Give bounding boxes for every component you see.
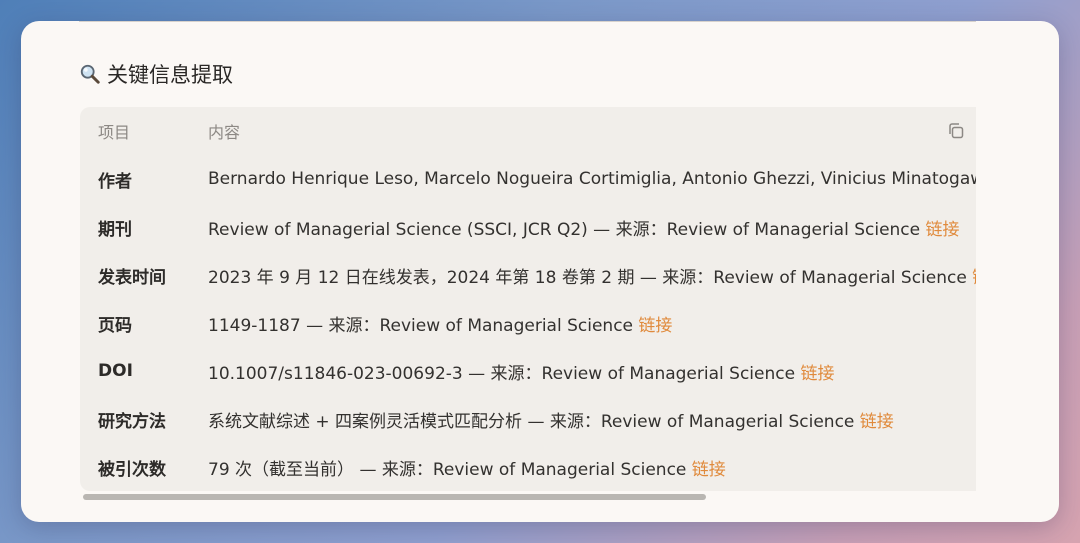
row-content: 79 次（截至当前） — 来源：Review of Managerial Sci…: [208, 455, 726, 480]
header-item: 项目: [98, 123, 131, 142]
source-link[interactable]: 链接: [860, 412, 894, 432]
magnifier-icon: [80, 64, 100, 84]
row-content: Bernardo Henrique Leso, Marcelo Nogueira…: [208, 169, 976, 189]
row-label: DOI: [98, 361, 133, 381]
source-link[interactable]: 链接: [692, 460, 726, 480]
row-label: 发表时间: [98, 267, 166, 288]
horizontal-scrollbar[interactable]: [80, 491, 976, 503]
row-content: 系统文献综述 + 四案例灵活模式匹配分析 — 来源：Review of Mana…: [208, 407, 894, 432]
table-row: 页码 1149-1187 — 来源：Review of Managerial S…: [80, 299, 976, 347]
section-heading: 关键信息提取: [79, 59, 233, 89]
row-content: 1149-1187 — 来源：Review of Managerial Scie…: [208, 311, 672, 336]
row-text: 1149-1187 — 来源：Review of Managerial Scie…: [208, 315, 639, 336]
row-label: 期刊: [98, 219, 132, 240]
row-text: Bernardo Henrique Leso, Marcelo Nogueira…: [208, 169, 976, 189]
row-label: 研究方法: [98, 411, 166, 432]
row-text: 10.1007/s11846-023-00692-3 — 来源：Review o…: [208, 363, 801, 384]
scrollbar-thumb[interactable]: [83, 494, 706, 500]
table-row: DOI 10.1007/s11846-023-00692-3 — 来源：Revi…: [80, 347, 976, 395]
table-row: 期刊 Review of Managerial Science (SSCI, J…: [80, 203, 976, 251]
table-row: 发表时间 2023 年 9 月 12 日在线发表，2024 年第 18 卷第 2…: [80, 251, 976, 299]
copy-icon[interactable]: [946, 121, 966, 141]
source-link[interactable]: 链接: [800, 364, 834, 384]
source-link[interactable]: 链接: [638, 316, 672, 336]
header-content: 内容: [208, 123, 241, 142]
row-label: 页码: [98, 315, 132, 336]
table-row: 被引次数 79 次（截至当前） — 来源：Review of Manageria…: [80, 443, 976, 491]
row-content: 10.1007/s11846-023-00692-3 — 来源：Review o…: [208, 359, 834, 384]
source-link[interactable]: 链接: [926, 220, 960, 240]
top-divider: [79, 21, 976, 22]
table-row: 作者 Bernardo Henrique Leso, Marcelo Nogue…: [80, 155, 976, 203]
row-text: 2023 年 9 月 12 日在线发表，2024 年第 18 卷第 2 期 — …: [208, 267, 973, 288]
row-label: 被引次数: [98, 459, 166, 480]
info-table: 项目 内容 作者 Bernardo Henrique Leso, Marcelo…: [80, 107, 976, 491]
section-title: 关键信息提取: [107, 63, 233, 87]
row-text: Review of Managerial Science (SSCI, JCR …: [208, 219, 926, 240]
source-link[interactable]: 链接: [972, 268, 976, 288]
row-text: 系统文献综述 + 四案例灵活模式匹配分析 — 来源：Review of Mana…: [208, 411, 860, 432]
table-row: 研究方法 系统文献综述 + 四案例灵活模式匹配分析 — 来源：Review of…: [80, 395, 976, 443]
row-content: 2023 年 9 月 12 日在线发表，2024 年第 18 卷第 2 期 — …: [208, 263, 976, 288]
row-label: 作者: [98, 171, 132, 192]
table-header-row: 项目 内容: [80, 107, 976, 155]
row-content: Review of Managerial Science (SSCI, JCR …: [208, 215, 960, 240]
row-text: 79 次（截至当前） — 来源：Review of Managerial Sci…: [208, 459, 692, 480]
result-card: 关键信息提取 项目 内容 作者 Bernardo Henrique Leso, …: [21, 21, 1059, 522]
